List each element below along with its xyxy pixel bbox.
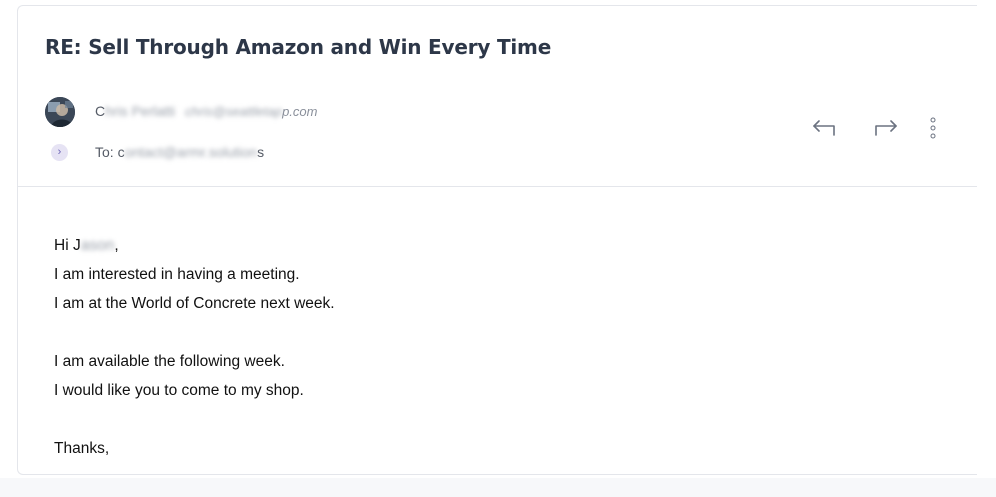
body-line: I am available the following week.	[54, 353, 285, 370]
greeting-name-obscured: ason	[80, 237, 115, 254]
body-line: I am at the World of Concrete next week.	[54, 295, 335, 312]
sender-email-end: p.com	[282, 104, 318, 119]
body-line: I would like you to come to my shop.	[54, 382, 304, 399]
greeting-end: ,	[114, 237, 119, 254]
recipient-prefix: To: c	[95, 144, 125, 160]
signoff-line: Thanks,	[54, 440, 110, 457]
more-options-button[interactable]	[922, 114, 944, 142]
sender-name-start: C	[95, 103, 106, 119]
forward-arrow-icon	[875, 120, 897, 136]
sender-name-obscured: hris Perlatti	[105, 103, 176, 119]
greeting-line: Hi Jason,	[54, 231, 335, 260]
email-card: RE: Sell Through Amazon and Win Every Ti…	[17, 5, 977, 475]
header-divider	[18, 186, 977, 187]
page-bottom-strip	[0, 478, 996, 497]
email-body: Hi Jason, I am interested in having a me…	[54, 231, 335, 463]
reply-arrow-icon	[813, 120, 835, 136]
forward-button[interactable]	[872, 114, 900, 142]
expand-recipients-button[interactable]: ›	[51, 144, 68, 161]
recipient-obscured: ontact@armr.solution	[124, 144, 258, 160]
vertical-dots-icon	[930, 117, 936, 139]
sender-avatar[interactable]	[45, 97, 75, 127]
greeting-start: Hi J	[54, 237, 81, 254]
sender-line: Chris Perlatti chris@seattletapp.com	[95, 103, 317, 119]
chevron-right-icon: ›	[57, 146, 62, 158]
sender-email: chris@seattletapp.com	[185, 104, 317, 119]
email-subject: RE: Sell Through Amazon and Win Every Ti…	[45, 35, 552, 59]
reply-button[interactable]	[810, 114, 838, 142]
body-line: I am interested in having a meeting.	[54, 266, 300, 283]
sender-email-obscured: chris@seattletap	[185, 104, 283, 119]
recipient-end: s	[257, 144, 265, 160]
recipient-line: To: contact@armr.solutions	[95, 144, 264, 160]
avatar-photo-icon	[45, 97, 75, 127]
